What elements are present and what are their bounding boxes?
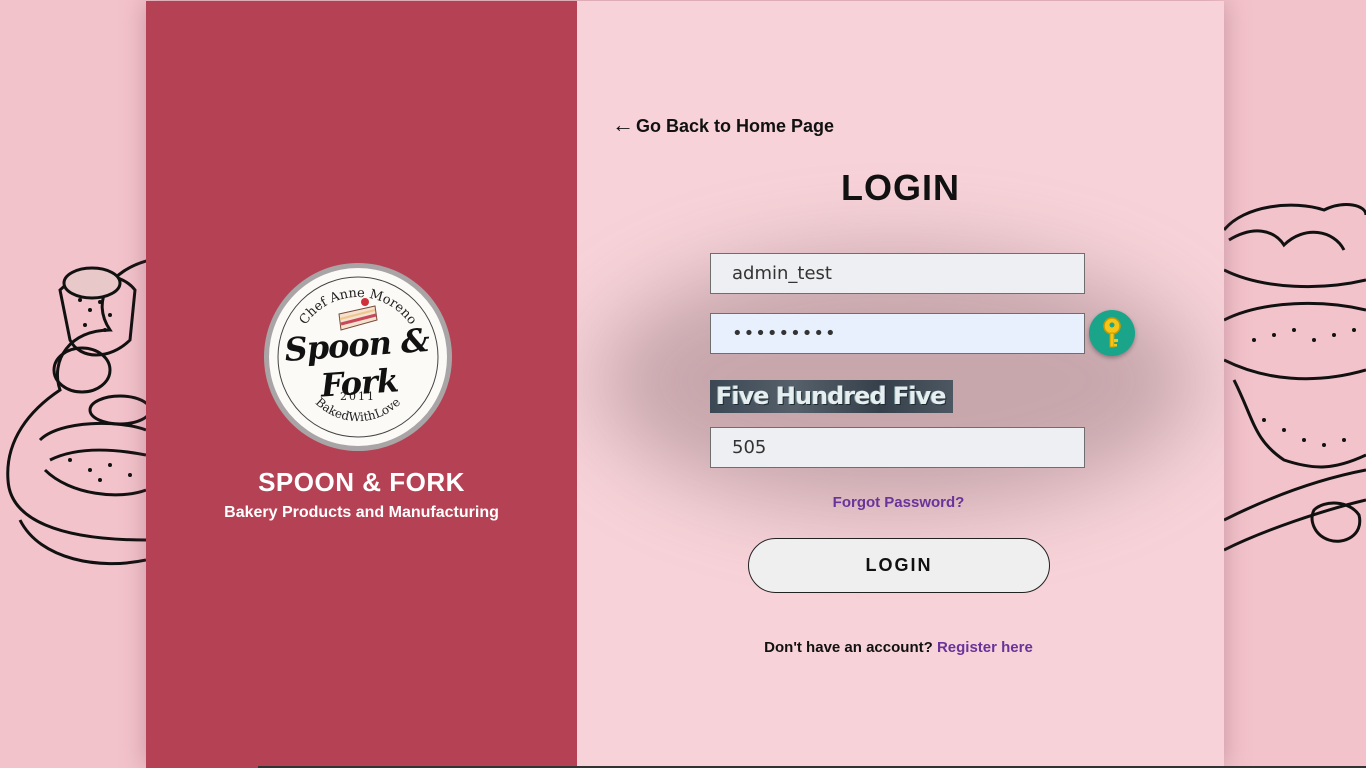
show-password-button[interactable] (1089, 310, 1135, 356)
captcha-image: Five Hundred Five (710, 380, 953, 413)
login-button[interactable]: LOGIN (748, 538, 1050, 593)
back-to-home-link[interactable]: ← Go Back to Home Page (612, 112, 834, 138)
brand-tagline: Bakery Products and Manufacturing (224, 504, 499, 521)
register-link[interactable]: Register here (937, 639, 1033, 656)
page-title: LOGIN (841, 167, 960, 208)
register-prompt: Don't have an account? Register here (577, 639, 1220, 656)
username-input[interactable] (710, 253, 1085, 294)
bakery-sketch-left (0, 0, 146, 768)
captcha-text: Five Hundred Five (716, 382, 947, 410)
bakery-sketch-right (1224, 0, 1366, 768)
arrow-left-icon: ← (612, 112, 634, 137)
back-link-label: Go Back to Home Page (636, 116, 835, 136)
login-card: Chef Anne Moreno BakedWithLove 2011 Spoo… (146, 1, 1224, 768)
key-icon (1103, 317, 1121, 348)
captcha-input[interactable] (710, 427, 1085, 468)
brand-logo: Chef Anne Moreno BakedWithLove 2011 Spoo… (264, 263, 452, 451)
brand-panel: Chef Anne Moreno BakedWithLove 2011 Spoo… (146, 1, 577, 768)
logo-script-text: Spoon & Fork (283, 321, 431, 405)
register-prompt-text: Don't have an account? (764, 639, 933, 656)
forgot-password-link[interactable]: Forgot Password? (577, 494, 1220, 511)
login-form-panel: ←Go Back to Home Page LOGIN Five Hundred… (577, 1, 1224, 768)
password-input[interactable] (710, 313, 1085, 354)
brand-name: SPOON & FORK (258, 467, 465, 497)
